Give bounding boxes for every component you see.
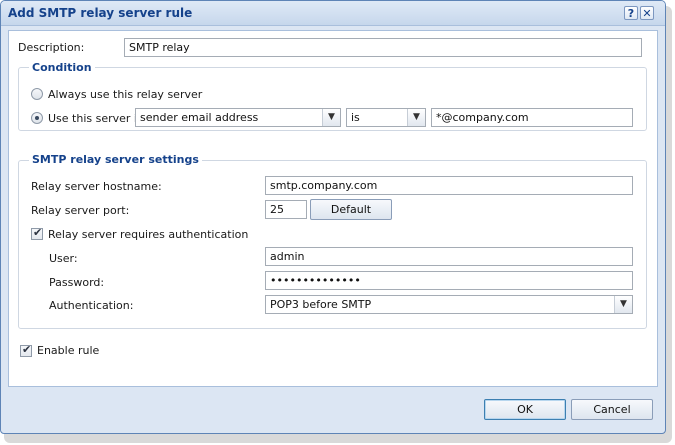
password-label: Password: bbox=[49, 276, 105, 289]
condition-value-input[interactable]: *@company.com bbox=[431, 108, 633, 127]
cancel-button[interactable]: Cancel bbox=[571, 399, 653, 420]
auth-required-checkbox[interactable] bbox=[31, 226, 43, 240]
dialog-footer: OK Cancel bbox=[1, 391, 665, 433]
authentication-select[interactable]: POP3 before SMTP ▼ bbox=[265, 295, 633, 314]
use-if-radio[interactable] bbox=[31, 112, 43, 124]
description-label: Description: bbox=[18, 41, 85, 54]
close-icon: ✕ bbox=[642, 7, 652, 20]
help-icon: ? bbox=[627, 7, 635, 20]
hostname-input[interactable]: smtp.company.com bbox=[265, 176, 633, 195]
ok-button[interactable]: OK bbox=[484, 399, 566, 420]
use-if-label[interactable]: Use this server if bbox=[48, 112, 141, 125]
enable-rule-checkbox[interactable] bbox=[20, 343, 32, 357]
authentication-label: Authentication: bbox=[49, 299, 134, 312]
auth-required-label[interactable]: Relay server requires authentication bbox=[48, 228, 248, 241]
help-button[interactable]: ? bbox=[624, 6, 638, 20]
hostname-label: Relay server hostname: bbox=[31, 180, 162, 193]
authentication-value: POP3 before SMTP bbox=[270, 298, 372, 311]
condition-legend: Condition bbox=[29, 61, 95, 74]
dialog-body: Description: SMTP relay Condition Always… bbox=[8, 30, 658, 387]
condition-field-value: sender email address bbox=[140, 111, 259, 124]
dialog-window: Add SMTP relay server rule ? ✕ Descripti… bbox=[0, 0, 666, 434]
condition-operator-value: is bbox=[351, 111, 360, 124]
default-port-button[interactable]: Default bbox=[310, 199, 392, 220]
enable-rule-label[interactable]: Enable rule bbox=[37, 344, 99, 357]
condition-operator-select[interactable]: is ▼ bbox=[346, 108, 426, 127]
close-button[interactable]: ✕ bbox=[640, 6, 654, 20]
always-label[interactable]: Always use this relay server bbox=[48, 88, 202, 101]
chevron-down-icon: ▼ bbox=[322, 109, 340, 126]
condition-field-select[interactable]: sender email address ▼ bbox=[135, 108, 341, 127]
chevron-down-icon: ▼ bbox=[407, 109, 425, 126]
user-input[interactable]: admin bbox=[265, 247, 633, 266]
user-label: User: bbox=[49, 252, 78, 265]
description-input[interactable]: SMTP relay bbox=[124, 38, 642, 57]
settings-legend: SMTP relay server settings bbox=[29, 153, 202, 166]
always-radio[interactable] bbox=[31, 88, 43, 100]
chevron-down-icon: ▼ bbox=[614, 296, 632, 313]
port-label: Relay server port: bbox=[31, 204, 130, 217]
port-input[interactable]: 25 bbox=[265, 200, 307, 219]
dialog-title: Add SMTP relay server rule bbox=[8, 6, 193, 20]
password-input[interactable]: •••••••••••••• bbox=[265, 271, 633, 290]
title-bar[interactable]: Add SMTP relay server rule ? ✕ bbox=[1, 1, 665, 26]
